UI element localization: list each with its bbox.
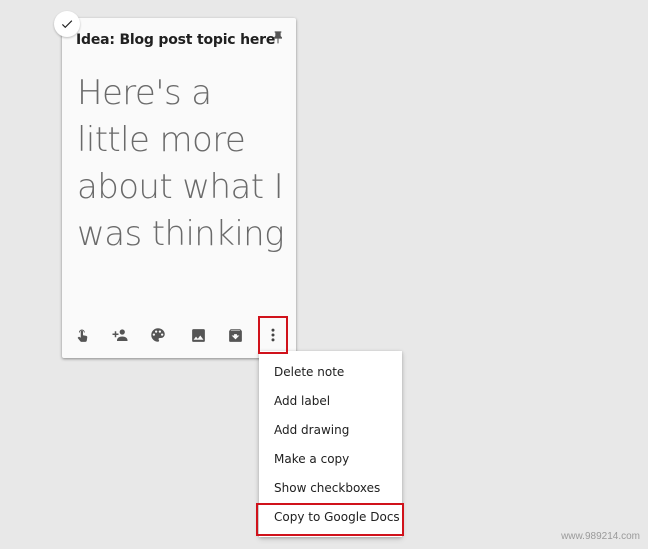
note-card[interactable]: Idea: Blog post topic here Here's a litt… [62, 18, 296, 358]
check-icon [61, 20, 73, 29]
menu-item-add-label[interactable]: Add label [259, 387, 402, 416]
menu-item-make-a-copy[interactable]: Make a copy [259, 445, 402, 474]
select-note-check[interactable] [54, 11, 80, 37]
menu-item-show-checkboxes[interactable]: Show checkboxes [259, 474, 402, 503]
watermark: www.989214.com [561, 531, 640, 542]
menu-item-delete-note[interactable]: Delete note [259, 358, 402, 387]
menu-item-copy-to-google-docs[interactable]: Copy to Google Docs [259, 503, 402, 532]
menu-item-add-drawing[interactable]: Add drawing [259, 416, 402, 445]
note-body[interactable]: Here's a little more about what I was th… [77, 70, 289, 258]
collaborator-icon[interactable] [110, 325, 130, 345]
more-vert-icon[interactable] [263, 325, 283, 345]
more-options-menu: Delete note Add label Add drawing Make a… [259, 351, 402, 537]
archive-icon[interactable] [225, 325, 245, 345]
palette-icon[interactable] [148, 325, 168, 345]
pin-icon[interactable] [270, 29, 286, 47]
note-toolbar [62, 318, 296, 354]
image-icon[interactable] [188, 325, 208, 345]
remind-me-icon[interactable] [73, 325, 93, 345]
note-title[interactable]: Idea: Blog post topic here [76, 32, 275, 48]
